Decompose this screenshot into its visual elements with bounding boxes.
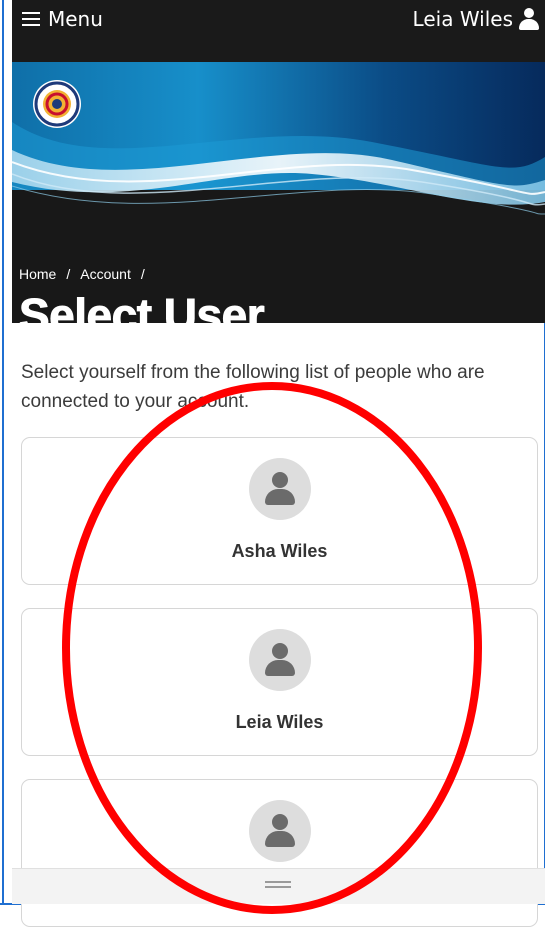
user-card[interactable]: Asha Wiles — [21, 437, 538, 585]
user-card[interactable] — [21, 779, 538, 927]
page-hero-banner: Home / Account / Select User — [12, 62, 545, 323]
person-icon — [249, 458, 311, 520]
drag-handle-icon[interactable] — [265, 881, 291, 888]
user-account-button[interactable]: Leia Wiles — [413, 4, 539, 34]
user-name-label: Leia Wiles — [412, 7, 513, 31]
person-icon — [249, 629, 311, 691]
breadcrumb: Home / Account / — [19, 266, 145, 282]
city-seal-icon — [33, 80, 81, 128]
frame-border-left — [2, 0, 4, 905]
intro-text: Select yourself from the following list … — [21, 362, 485, 412]
breadcrumb-home-link[interactable]: Home — [19, 266, 56, 282]
breadcrumb-separator: / — [66, 266, 71, 282]
bottom-sheet-bar — [12, 868, 545, 904]
user-card[interactable]: Leia Wiles — [21, 608, 538, 756]
hero-wave-graphic — [12, 62, 545, 215]
page-title: Select User — [18, 289, 265, 324]
breadcrumb-account-link[interactable]: Account — [80, 266, 131, 282]
person-icon — [519, 8, 539, 30]
menu-button[interactable]: Menu — [22, 4, 103, 34]
top-nav-bar: Menu Leia Wiles — [12, 0, 545, 62]
menu-label: Menu — [48, 7, 103, 31]
user-name: Leia Wiles — [235, 712, 324, 732]
hamburger-icon — [22, 12, 40, 26]
person-icon — [249, 800, 311, 862]
user-name: Asha Wiles — [231, 541, 328, 561]
breadcrumb-separator: / — [140, 266, 145, 282]
